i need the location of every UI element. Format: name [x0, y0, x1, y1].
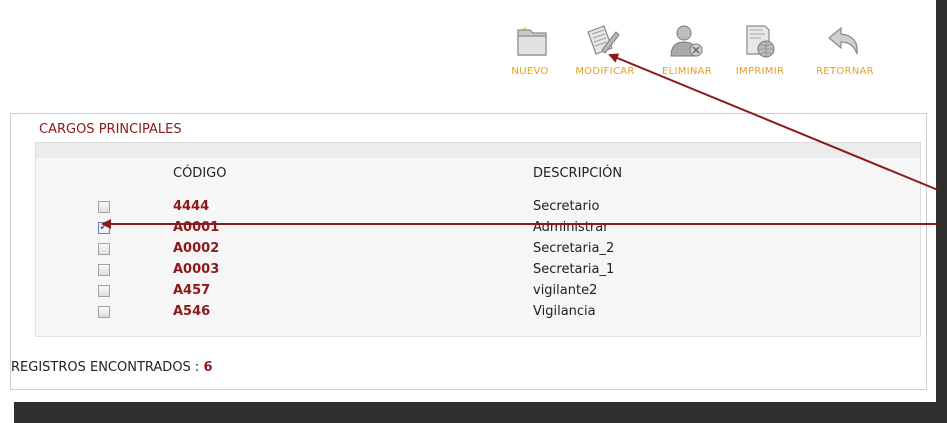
row-description: Secretaria_2	[533, 241, 615, 256]
delete-label: ELIMINAR	[661, 66, 713, 77]
column-header-code: CÓDIGO	[173, 166, 227, 181]
return-button[interactable]: RETORNAR	[812, 18, 878, 88]
toolbar: NUEVO MODIFICAR ELIMINAR IMPRIMIR RETORN…	[0, 18, 947, 88]
row-checkbox[interactable]	[98, 201, 110, 213]
print-button[interactable]: IMPRIMIR	[730, 18, 790, 88]
row-code: A546	[173, 304, 211, 319]
modify-label: MODIFICAR	[575, 66, 635, 77]
column-header-description: DESCRIPCIÓN	[533, 166, 623, 181]
cargos-panel: CARGOS PRINCIPALES CÓDIGO DESCRIPCIÓN 44…	[10, 113, 927, 390]
records-found: REGISTROS ENCONTRADOS : 6	[11, 360, 213, 375]
window-frame-bottom	[14, 402, 947, 423]
new-label: NUEVO	[511, 66, 549, 77]
table-row: 4444 Secretario	[11, 198, 926, 219]
table-row: A457 vigilante2	[11, 282, 926, 303]
row-description: Secretaria_1	[533, 262, 615, 277]
row-code: 4444	[173, 199, 210, 214]
delete-button[interactable]: ELIMINAR	[656, 18, 718, 88]
panel-title: CARGOS PRINCIPALES	[39, 122, 182, 137]
table-row: A546 Vigilancia	[11, 303, 926, 324]
row-description: Secretario	[533, 199, 600, 214]
row-checkbox[interactable]	[98, 285, 110, 297]
edit-document-icon	[587, 25, 620, 55]
folder-icon	[517, 26, 547, 56]
row-description: Vigilancia	[533, 304, 596, 319]
return-label: RETORNAR	[816, 66, 874, 77]
new-button[interactable]: NUEVO	[508, 18, 552, 88]
row-code: A0001	[173, 220, 220, 235]
row-checkbox[interactable]	[98, 306, 110, 318]
row-code: A457	[173, 283, 211, 298]
records-found-count: 6	[203, 360, 213, 375]
delete-user-icon	[670, 25, 703, 57]
row-description: Administrar	[533, 220, 609, 235]
row-code: A0002	[173, 241, 220, 256]
table-row: A0003 Secretaria_1	[11, 261, 926, 282]
modify-button[interactable]: MODIFICAR	[572, 18, 638, 88]
records-found-label: REGISTROS ENCONTRADOS :	[11, 360, 204, 375]
table-row: A0002 Secretaria_2	[11, 240, 926, 261]
print-label: IMPRIMIR	[735, 66, 785, 77]
table-row: A0001 Administrar	[11, 219, 926, 240]
row-code: A0003	[173, 262, 220, 277]
row-description: vigilante2	[533, 283, 598, 298]
print-globe-icon	[746, 25, 775, 58]
row-checkbox[interactable]	[98, 219, 110, 234]
return-arrow-icon	[828, 26, 858, 55]
row-checkbox[interactable]	[98, 243, 110, 255]
row-checkbox[interactable]	[98, 264, 110, 276]
